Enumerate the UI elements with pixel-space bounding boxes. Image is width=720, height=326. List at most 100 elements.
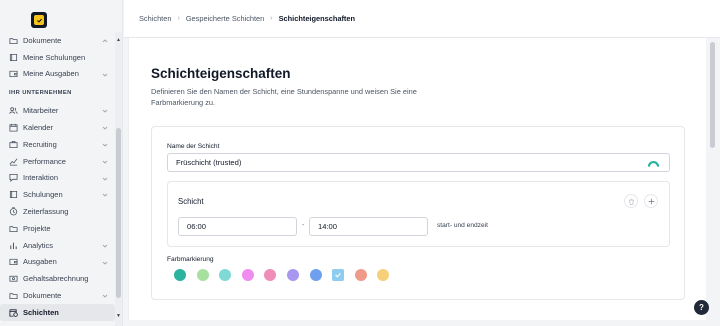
sidebar-item-interaktion[interactable]: Interaktion (0, 170, 115, 187)
shift-name-label: Name der Schicht (167, 143, 220, 150)
trash-icon (628, 198, 634, 205)
sidebar-item-label: Dokumente (23, 35, 62, 45)
shift-name-input[interactable]: Früschicht (trusted) (167, 153, 670, 172)
breadcrumb-item-saved-shifts[interactable]: Gespeicherte Schichten (186, 14, 264, 23)
sidebar-item-label: Interaktion (23, 173, 59, 183)
sidebar-item-label: Projekte (23, 223, 51, 233)
sidebar-item-label: Performance (23, 156, 66, 166)
color-swatch[interactable] (174, 269, 186, 281)
chevron-down-icon[interactable] (102, 107, 108, 114)
calendar-icon (9, 123, 18, 132)
color-label: Farbmarkierung (167, 256, 214, 263)
color-swatch[interactable] (219, 269, 232, 281)
sidebar-item-mitarbeiter[interactable]: Mitarbeiter (0, 102, 115, 119)
color-swatch[interactable] (287, 269, 299, 281)
breadcrumb: Schichten › Gespeicherte Schichten › Sch… (124, 0, 720, 38)
delete-shift-button[interactable] (624, 194, 638, 208)
breadcrumb-current: Schichteigenschaften (278, 14, 356, 23)
end-time-input[interactable]: 14:00 (309, 217, 428, 236)
color-swatch[interactable] (241, 269, 254, 281)
breadcrumb-item-schichten[interactable]: Schichten (139, 14, 171, 23)
sidebar-item-label: Meine Ausgaben (23, 69, 79, 79)
sidebar-item-label: Analytics (23, 240, 54, 250)
sidebar-item-label: Kalender (23, 123, 54, 133)
plus-icon (648, 198, 654, 204)
sidebar-item-meine-ausgaben[interactable]: Meine Ausgaben (0, 66, 115, 83)
briefcase-icon (9, 140, 18, 149)
color-swatch[interactable] (196, 269, 209, 281)
chevron-down-icon[interactable] (102, 124, 108, 130)
users-icon (9, 106, 18, 115)
sidebar-item-schichten[interactable]: Schichten (0, 303, 115, 321)
sidebar-nav: Dokumente Meine Schulungen Meine Ausgaben I… (0, 32, 115, 321)
shift-time-box: Schicht 06:00 - 14:00 start- und endzeit (167, 181, 670, 247)
page-description: Definieren Sie den Namen der Schicht, ei… (151, 87, 417, 107)
sidebar-item-performance[interactable]: Performance (0, 153, 115, 170)
folder-icon (9, 291, 18, 300)
folder-icon (9, 224, 18, 233)
sidebar-item-dokumente[interactable]: Dokumente (0, 32, 115, 49)
chevron-down-icon[interactable] (102, 259, 108, 265)
scroll-down-icon[interactable]: ▼ (116, 314, 121, 319)
color-swatch[interactable] (354, 269, 367, 281)
breadcrumb-separator-icon: › (177, 15, 180, 22)
color-swatch[interactable] (377, 269, 390, 281)
chevron-down-icon[interactable] (102, 292, 108, 298)
sidebar-item-zeiterfassung[interactable]: Zeiterfassung (0, 203, 115, 220)
sidebar-item-gehaltsabrechnung[interactable]: Gehaltsabrechnung (0, 270, 115, 287)
sidebar-item-meine-schulungen[interactable]: Meine Schulungen (0, 49, 115, 66)
main-content: Schichteigenschaften Definieren Sie den … (124, 38, 720, 326)
book-icon (9, 190, 18, 199)
chevron-down-icon[interactable] (102, 141, 108, 147)
start-time-input[interactable]: 06:00 (178, 217, 297, 236)
app-logo[interactable] (31, 12, 47, 28)
time-separator: - (302, 222, 305, 229)
chevron-down-icon[interactable] (102, 191, 108, 198)
shift-form-card: Name der Schicht Früschicht (trusted) Sc… (151, 126, 685, 300)
sidebar-item-recruiting[interactable]: Recruiting (0, 136, 115, 153)
shift-name-value: Früschicht (trusted) (176, 158, 242, 167)
sidebar-item-label: Mitarbeiter (23, 106, 59, 116)
folder-icon (9, 36, 18, 45)
sidebar-scrollbar-thumb[interactable] (116, 128, 121, 298)
add-shift-button[interactable] (644, 194, 658, 208)
shift-calendar-icon (9, 308, 18, 317)
money-icon (9, 274, 18, 283)
shield-check-icon (34, 15, 44, 25)
sidebar-item-dokumente[interactable]: Dokumente (0, 287, 115, 304)
app-window: Dokumente Meine Schulungen Meine Ausgaben I… (0, 0, 720, 326)
scroll-up-icon[interactable]: ▲ (116, 38, 121, 43)
chevron-down-icon[interactable] (102, 175, 108, 181)
sidebar-item-analytics[interactable]: Analytics (0, 237, 115, 254)
sidebar-item-label: Zeiterfassung (23, 207, 69, 217)
sidebar: Dokumente Meine Schulungen Meine Ausgaben I… (0, 0, 123, 326)
chevron-up-icon[interactable] (102, 37, 108, 43)
color-swatch-selected[interactable] (332, 269, 345, 281)
sidebar-item-projekte[interactable]: Projekte (0, 220, 115, 237)
analytics-icon (9, 241, 18, 250)
wallet-icon (9, 69, 18, 78)
chevron-down-icon[interactable] (102, 242, 108, 248)
sidebar-section-label: IHR UNTERNEHMEN (9, 90, 72, 97)
chat-icon (9, 173, 18, 183)
book-icon (9, 53, 18, 62)
chart-icon (9, 157, 18, 166)
sidebar-item-label: Dokumente (23, 291, 62, 301)
main-scrollbar[interactable] (708, 38, 716, 326)
chevron-down-icon[interactable] (102, 158, 108, 164)
sidebar-item-schulungen[interactable]: Schulungen (0, 186, 115, 203)
clock-icon (9, 207, 18, 216)
sidebar-item-label: Schichten (23, 307, 59, 317)
main-scrollbar-thumb[interactable] (710, 42, 715, 148)
sidebar-item-ausgaben[interactable]: Ausgaben (0, 254, 115, 271)
chevron-down-icon[interactable] (102, 71, 108, 77)
sidebar-scrollbar[interactable]: ▲ ▼ (115, 32, 122, 326)
sidebar-item-kalender[interactable]: Kalender (0, 119, 115, 136)
help-button[interactable]: ? (694, 300, 709, 315)
sidebar-item-label: Schulungen (23, 190, 63, 200)
color-swatch[interactable] (309, 269, 322, 281)
color-swatch[interactable] (264, 269, 277, 281)
sidebar-item-label: Gehaltsabrechnung (23, 274, 89, 284)
grammar-check-icon[interactable] (648, 158, 659, 168)
sidebar-item-label: Meine Schulungen (23, 52, 86, 62)
